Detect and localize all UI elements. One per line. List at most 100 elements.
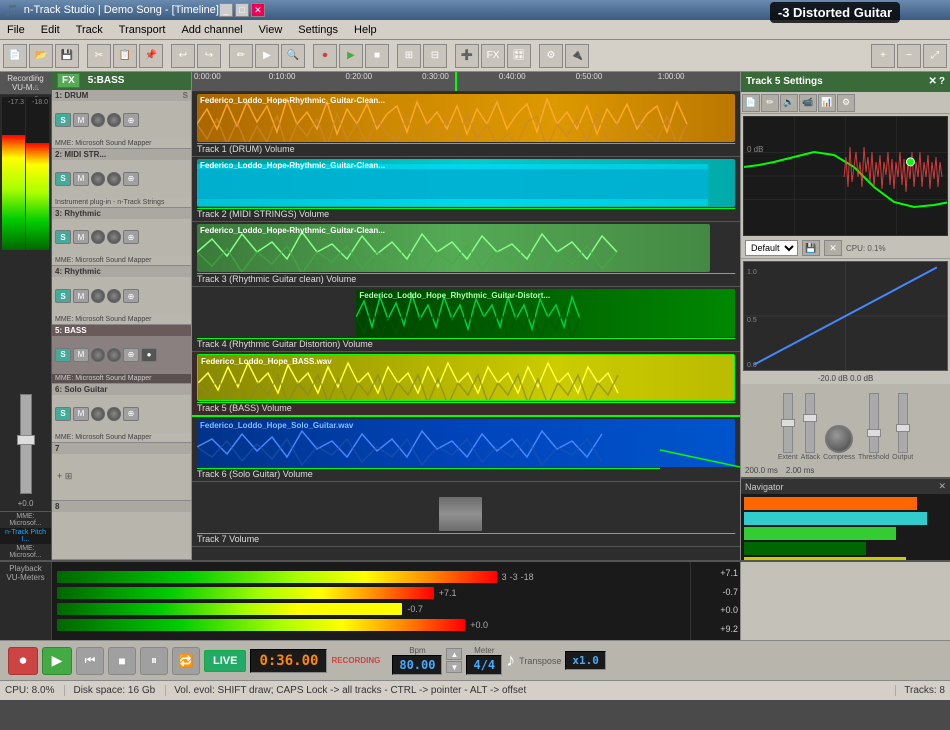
copy-btn[interactable]: 📋 bbox=[113, 44, 137, 68]
track-4-fx-btn[interactable]: ⊕ bbox=[123, 289, 139, 303]
track-3-mute-btn[interactable]: M bbox=[73, 230, 89, 244]
menu-file[interactable]: File bbox=[3, 23, 29, 37]
transport-pause-btn[interactable]: ⏸ bbox=[140, 647, 168, 675]
master-fader-thumb[interactable] bbox=[17, 435, 35, 445]
close-btn[interactable]: ✕ bbox=[251, 3, 265, 17]
track-2-vol-knob[interactable] bbox=[91, 172, 105, 186]
snap-btn[interactable]: ⊞ bbox=[397, 44, 421, 68]
track-5-vol-knob[interactable] bbox=[91, 348, 105, 362]
track-6-solo-btn[interactable]: S bbox=[55, 407, 71, 421]
menu-track[interactable]: Track bbox=[72, 23, 107, 37]
add-track-btn[interactable]: ➕ bbox=[455, 44, 479, 68]
transpose-icon[interactable]: ♪ bbox=[506, 650, 515, 671]
track-7-add[interactable]: + ⊞ bbox=[55, 469, 74, 484]
track-4-waveform[interactable]: Federico_Loddo_Hope_Rhythmic_Guitar-Dist… bbox=[356, 289, 735, 337]
undo-btn[interactable]: ↩ bbox=[171, 44, 195, 68]
minimize-btn[interactable]: _ bbox=[219, 3, 233, 17]
track-5-mute-btn[interactable]: M bbox=[73, 348, 89, 362]
track-1-pan-knob[interactable] bbox=[107, 113, 121, 127]
tracks-content-area[interactable]: Federico_Loddo_Hope-Rhythmic_Guitar-Clea… bbox=[192, 92, 740, 560]
plugin-btn[interactable]: 🔌 bbox=[565, 44, 589, 68]
st-btn-5[interactable]: 📊 bbox=[818, 94, 836, 112]
track-2-mute-btn[interactable]: M bbox=[73, 172, 89, 186]
zoom-btn[interactable]: 🔍 bbox=[281, 44, 305, 68]
bpm-up-btn[interactable]: ▲ bbox=[446, 648, 462, 660]
select-btn[interactable]: ▶ bbox=[255, 44, 279, 68]
fx-btn[interactable]: FX bbox=[481, 44, 505, 68]
save-btn[interactable]: 💾 bbox=[55, 44, 79, 68]
track-2-fx-btn[interactable]: ⊕ bbox=[123, 172, 139, 186]
menu-settings[interactable]: Settings bbox=[294, 23, 342, 37]
mixer-btn[interactable]: 🎛 bbox=[507, 44, 531, 68]
fx-button[interactable]: FX bbox=[57, 73, 80, 88]
track-5-pan-knob[interactable] bbox=[107, 348, 121, 362]
bpm-value[interactable]: 80.00 bbox=[392, 655, 442, 675]
menu-add-channel[interactable]: Add channel bbox=[177, 23, 246, 37]
paste-btn[interactable]: 📌 bbox=[139, 44, 163, 68]
navigator-close-btn[interactable]: ✕ bbox=[938, 481, 946, 492]
zoom-out-btn[interactable]: − bbox=[897, 44, 921, 68]
comp-save-btn[interactable]: 💾 bbox=[802, 240, 820, 256]
track-1-vol-knob[interactable] bbox=[91, 113, 105, 127]
track-6-vol-knob[interactable] bbox=[91, 407, 105, 421]
track-3-pan-knob[interactable] bbox=[107, 230, 121, 244]
menu-help[interactable]: Help bbox=[350, 23, 381, 37]
track-6-mute-btn[interactable]: M bbox=[73, 407, 89, 421]
transport-stop-btn[interactable]: ■ bbox=[108, 647, 136, 675]
track-2-solo-btn[interactable]: S bbox=[55, 172, 71, 186]
st-btn-6[interactable]: ⚙ bbox=[837, 94, 855, 112]
redo-btn[interactable]: ↪ bbox=[197, 44, 221, 68]
transport-play-btn[interactable]: ▶ bbox=[42, 647, 72, 675]
maximize-btn[interactable]: □ bbox=[235, 3, 249, 17]
track-3-solo-btn[interactable]: S bbox=[55, 230, 71, 244]
track-1-fx-btn[interactable]: ⊕ bbox=[123, 113, 139, 127]
st-btn-3[interactable]: 🔊 bbox=[780, 94, 798, 112]
track-1-solo-btn[interactable]: S bbox=[55, 113, 71, 127]
cut-btn[interactable]: ✂ bbox=[87, 44, 111, 68]
st-btn-4[interactable]: 📹 bbox=[799, 94, 817, 112]
track-4-solo-btn[interactable]: S bbox=[55, 289, 71, 303]
transport-loop-btn[interactable]: 🔁 bbox=[172, 647, 200, 675]
new-btn[interactable]: 📄 bbox=[3, 44, 27, 68]
compress-knob[interactable] bbox=[825, 425, 853, 453]
stop-btn[interactable]: ■ bbox=[365, 44, 389, 68]
track-5-solo-btn[interactable]: S bbox=[55, 348, 71, 362]
st-btn-1[interactable]: 📄 bbox=[742, 94, 760, 112]
track-5-waveform[interactable]: Federico_Loddo_Hope_BASS.wav bbox=[197, 354, 735, 401]
settings-help-btn[interactable]: ? bbox=[939, 76, 945, 87]
draw-btn[interactable]: ✏ bbox=[229, 44, 253, 68]
track-3-fx-btn[interactable]: ⊕ bbox=[123, 230, 139, 244]
track-6-waveform[interactable]: Federico_Loddo_Hope_Solo_Guitar.wav bbox=[197, 419, 735, 467]
menu-view[interactable]: View bbox=[255, 23, 287, 37]
settings-close-btn[interactable]: ✕ bbox=[929, 76, 937, 87]
track-1-waveform[interactable]: Federico_Loddo_Hope-Rhythmic_Guitar-Clea… bbox=[197, 94, 735, 142]
menu-transport[interactable]: Transport bbox=[115, 23, 170, 37]
track-4-pan-knob[interactable] bbox=[107, 289, 121, 303]
menu-edit[interactable]: Edit bbox=[37, 23, 64, 37]
play-btn[interactable]: ▶ bbox=[339, 44, 363, 68]
grid-btn[interactable]: ⊟ bbox=[423, 44, 447, 68]
transport-record-btn[interactable]: ⏺ bbox=[8, 647, 38, 675]
track-4-mute-btn[interactable]: M bbox=[73, 289, 89, 303]
track-3-waveform[interactable]: Federico_Loddo_Hope-Rhythmic_Guitar-Clea… bbox=[197, 224, 710, 272]
rec-btn[interactable]: ⏺ bbox=[313, 44, 337, 68]
fader-2-thumb[interactable] bbox=[803, 414, 817, 422]
track-2-waveform[interactable]: Federico_Loddo_Hope-Rhythmic_Guitar-Clea… bbox=[197, 159, 735, 207]
track-6-fx-btn[interactable]: ⊕ bbox=[123, 407, 139, 421]
fader-1-thumb[interactable] bbox=[781, 419, 795, 427]
transport-live-btn[interactable]: LIVE bbox=[204, 650, 246, 672]
zoom-in-btn[interactable]: + bbox=[871, 44, 895, 68]
open-btn[interactable]: 📂 bbox=[29, 44, 53, 68]
track-1-mute-btn[interactable]: M bbox=[73, 113, 89, 127]
track-2-pan-knob[interactable] bbox=[107, 172, 121, 186]
comp-del-btn[interactable]: ✕ bbox=[824, 240, 842, 256]
output-fader-thumb[interactable] bbox=[896, 424, 910, 432]
track-4-vol-knob[interactable] bbox=[91, 289, 105, 303]
threshold-fader-thumb[interactable] bbox=[867, 429, 881, 437]
transport-rewind-btn[interactable]: ⏮ bbox=[76, 647, 104, 675]
comp-preset-dropdown[interactable]: Default bbox=[745, 240, 798, 256]
track-3-vol-knob[interactable] bbox=[91, 230, 105, 244]
st-btn-2[interactable]: ✏ bbox=[761, 94, 779, 112]
track-5-fx-btn[interactable]: ⊕ bbox=[123, 348, 139, 362]
track-6-pan-knob[interactable] bbox=[107, 407, 121, 421]
